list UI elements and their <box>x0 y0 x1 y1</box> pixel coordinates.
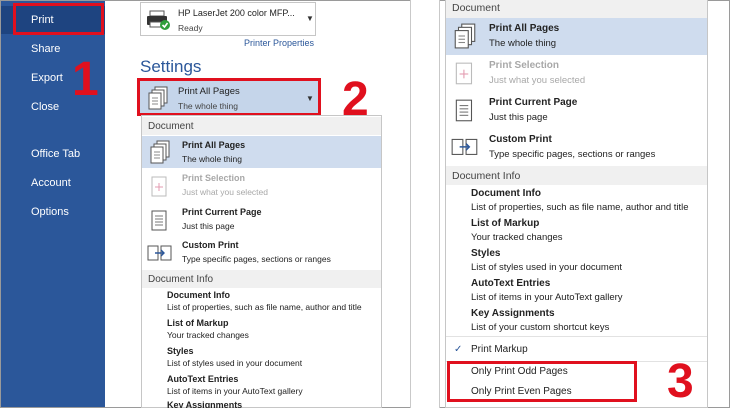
info-title: Document Info <box>167 290 230 300</box>
info-desc: List of styles used in your document <box>167 358 303 368</box>
info-item-autotext-entries[interactable]: AutoText Entries List of items in your A… <box>167 374 303 396</box>
option-print-current-page[interactable]: Print Current Page Just this page <box>446 93 707 129</box>
settings-heading: Settings <box>140 57 202 76</box>
option-desc: Just what you selected <box>182 187 268 197</box>
option-print-current-page[interactable]: Print Current Page Just this page <box>142 205 381 237</box>
sidebar-item-options[interactable]: Options <box>1 198 105 226</box>
option-desc: The whole thing <box>489 38 557 49</box>
option-print-selection[interactable]: Print Selection Just what you selected <box>446 56 707 92</box>
option-title: Print Selection <box>182 173 246 183</box>
sidebar-item-label: Print <box>31 14 54 26</box>
all-pages-icon <box>148 86 168 110</box>
all-pages-icon <box>150 140 170 164</box>
info-item-autotext-entries[interactable]: AutoText Entries List of items in your A… <box>471 278 623 303</box>
printer-dropdown[interactable]: HP LaserJet 200 color MFP... Ready ▼ <box>140 2 316 36</box>
info-title: Document Info <box>471 188 541 199</box>
panel-divider <box>410 0 440 408</box>
current-page-icon <box>455 99 473 122</box>
info-desc: List of properties, such as file name, a… <box>471 202 689 213</box>
info-desc: List of styles used in your document <box>471 262 623 273</box>
info-item-key-assignments[interactable]: Key Assignments <box>167 400 242 408</box>
selected-range-title: Print All Pages <box>178 86 240 97</box>
option-desc: The whole thing <box>182 154 243 164</box>
option-title: Print All Pages <box>182 140 246 150</box>
info-title: AutoText Entries <box>471 278 551 289</box>
info-desc: List of your custom shortcut keys <box>471 322 610 333</box>
info-item-styles[interactable]: Styles List of styles used in your docum… <box>471 248 622 273</box>
sidebar-item-account[interactable]: Account <box>1 169 105 197</box>
option-print-all-pages[interactable]: Print All Pages The whole thing <box>142 136 381 168</box>
option-custom-print[interactable]: Custom Print Type specific pages, sectio… <box>142 238 381 270</box>
print-range-menu: Document Print All Pages The whole thing… <box>141 115 382 408</box>
print-range-dropdown[interactable]: Print All Pages The whole thing ▼ <box>139 80 319 114</box>
section-header-document: Document <box>142 117 381 135</box>
option-print-selection[interactable]: Print Selection Just what you selected <box>142 171 381 203</box>
sidebar-item-office-tab[interactable]: Office Tab <box>1 140 105 168</box>
section-header-document-info: Document Info <box>142 270 381 288</box>
printer-icon <box>147 10 170 30</box>
option-title: Custom Print <box>182 240 239 250</box>
info-item-document-info[interactable]: Document Info List of properties, such a… <box>167 290 362 312</box>
option-print-all-pages[interactable]: Print All Pages The whole thing <box>446 18 707 55</box>
info-title: Styles <box>167 346 194 356</box>
option-title: Print Current Page <box>182 207 262 217</box>
callout-number-1: 1 <box>72 53 99 106</box>
all-pages-icon <box>454 23 476 49</box>
info-item-document-info[interactable]: Document Info List of properties, such a… <box>471 188 689 213</box>
info-title: Key Assignments <box>167 400 243 408</box>
sidebar-item-label: Options <box>31 206 69 218</box>
sidebar-item-print[interactable]: Print <box>1 6 105 34</box>
info-title: List of Markup <box>471 218 540 229</box>
option-title: Custom Print <box>489 134 552 145</box>
option-desc: Just what you selected <box>489 75 586 86</box>
chevron-down-icon: ▼ <box>306 14 314 23</box>
custom-print-icon <box>147 245 172 261</box>
sidebar-item-label: Office Tab <box>31 148 81 160</box>
menu-separator <box>446 336 707 337</box>
sidebar-item-label: Export <box>31 72 63 84</box>
selected-range-desc: The whole thing <box>178 101 239 111</box>
info-item-styles[interactable]: Styles List of styles used in your docum… <box>167 346 302 368</box>
info-title: Key Assignments <box>471 308 555 319</box>
option-desc: Type specific pages, sections or ranges <box>489 149 656 160</box>
option-custom-print[interactable]: Custom Print Type specific pages, sectio… <box>446 130 707 166</box>
info-item-list-of-markup[interactable]: List of Markup Your tracked changes <box>471 218 563 243</box>
option-title: Print Selection <box>489 60 560 71</box>
option-desc: Just this page <box>489 112 548 123</box>
info-item-key-assignments[interactable]: Key Assignments List of your custom shor… <box>471 308 609 333</box>
info-item-list-of-markup[interactable]: List of Markup Your tracked changes <box>167 318 249 340</box>
info-title: Styles <box>471 248 501 259</box>
section-header-document-info: Document Info <box>446 166 707 185</box>
option-label: Only Print Even Pages <box>471 386 572 397</box>
option-title: Print Current Page <box>489 97 578 108</box>
option-label: Only Print Odd Pages <box>471 366 568 377</box>
info-desc: Your tracked changes <box>471 232 563 243</box>
check-icon: ✓ <box>454 344 463 355</box>
printer-status: Ready <box>178 23 203 33</box>
option-desc: Type specific pages, sections or ranges <box>182 254 331 264</box>
selection-icon <box>455 62 473 85</box>
selection-icon <box>151 176 167 197</box>
option-label: Print Markup <box>471 344 528 355</box>
chevron-down-icon: ▼ <box>306 94 314 103</box>
info-desc: List of items in your AutoText gallery <box>471 292 623 303</box>
info-desc: Your tracked changes <box>167 330 249 340</box>
option-title: Print All Pages <box>489 23 560 34</box>
printer-properties-link[interactable]: Printer Properties <box>244 38 314 48</box>
sidebar-item-label: Account <box>31 177 71 189</box>
section-header-document: Document <box>446 0 707 18</box>
option-desc: Just this page <box>182 221 235 231</box>
info-desc: List of properties, such as file name, a… <box>167 302 362 312</box>
custom-print-icon <box>451 138 478 155</box>
info-desc: List of items in your AutoText gallery <box>167 386 303 396</box>
callout-number-3: 3 <box>667 355 694 408</box>
printer-name: HP LaserJet 200 color MFP... <box>178 8 295 18</box>
info-title: List of Markup <box>167 318 229 328</box>
print-range-menu-expanded: Document Print All Pages The whole thing… <box>445 0 708 408</box>
current-page-icon <box>151 210 167 231</box>
sidebar-item-label: Share <box>31 43 61 55</box>
info-title: AutoText Entries <box>167 374 239 384</box>
sidebar-item-label: Close <box>31 101 60 113</box>
